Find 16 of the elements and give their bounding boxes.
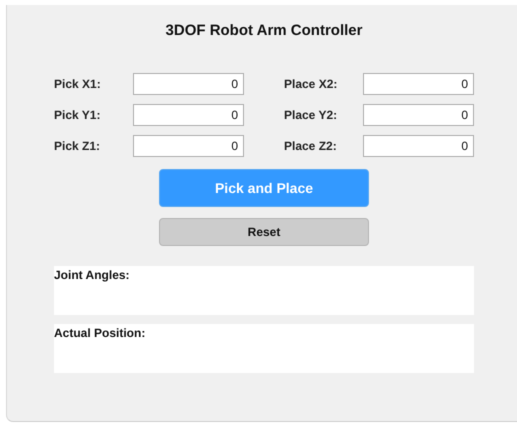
output-label: Actual Position:: [54, 326, 146, 340]
input-field[interactable]: 0: [363, 73, 474, 95]
field-label: Pick Y1:: [54, 108, 100, 122]
field-label: Place X2:: [283, 77, 338, 91]
window-title: 3DOF Robot Arm Controller: [164, 22, 364, 39]
field-label: Place Y2:: [283, 108, 338, 122]
field-label: Pick Z1:: [54, 139, 100, 153]
input-field[interactable]: 0: [133, 104, 244, 126]
field-label: Pick X1:: [54, 77, 101, 91]
output-label: Joint Angles:: [54, 268, 130, 282]
input-field[interactable]: 0: [363, 104, 474, 126]
input-field[interactable]: 0: [133, 73, 244, 95]
reset-button[interactable]: Reset: [159, 218, 369, 246]
field-label: Place Z2:: [283, 139, 337, 153]
input-field[interactable]: 0: [363, 135, 474, 157]
input-field[interactable]: 0: [133, 135, 244, 157]
